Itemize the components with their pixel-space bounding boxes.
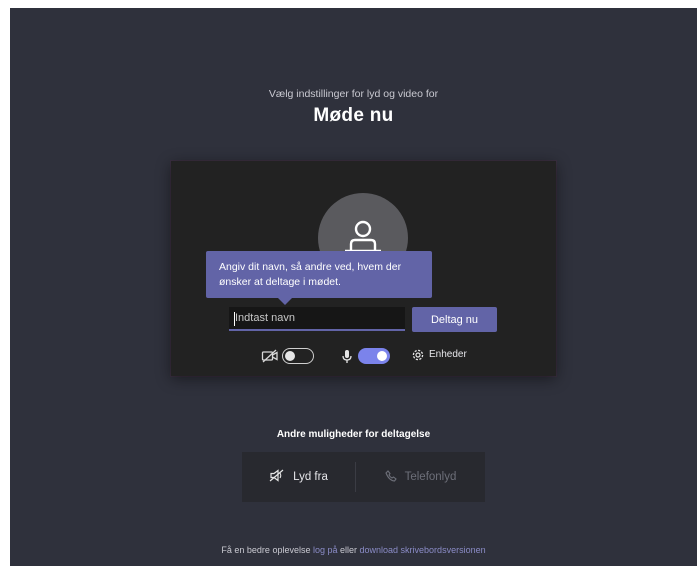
video-toggle-knob: [285, 350, 295, 361]
video-preview: Angiv dit navn, så andre ved, hvem der ø…: [171, 161, 556, 376]
microphone-toggle[interactable]: [358, 348, 390, 364]
footer-middle: eller: [337, 545, 360, 555]
video-toggle[interactable]: [282, 348, 314, 364]
phone-audio-label: Telefonlyd: [404, 471, 457, 483]
other-options-title: Andre muligheder for deltagelse: [276, 429, 431, 440]
join-now-button[interactable]: Deltag nu: [412, 307, 497, 332]
login-link[interactable]: log på: [313, 545, 338, 555]
phone-audio-option[interactable]: Telefonlyd: [356, 452, 485, 502]
device-controls: Enheder: [171, 345, 556, 369]
download-desktop-link[interactable]: download skrivebordsversionen: [360, 545, 486, 555]
audio-off-label: Lyd fra: [293, 471, 328, 483]
tooltip-arrow: [278, 298, 292, 305]
microphone-icon: [341, 349, 353, 369]
gear-icon[interactable]: [411, 348, 425, 367]
audio-off-option[interactable]: Lyd fra: [242, 452, 355, 502]
footer-note: Få en bedre oplevelse log på eller downl…: [10, 545, 697, 555]
name-input[interactable]: [229, 307, 405, 331]
join-screen: Vælg indstillinger for lyd og video for …: [10, 8, 697, 566]
camera-off-icon: [261, 349, 279, 368]
meeting-title: Møde nu: [313, 105, 394, 126]
speaker-off-icon: [269, 469, 285, 485]
footer-prefix: Få en bedre oplevelse: [221, 545, 313, 555]
text-caret: [234, 312, 235, 326]
microphone-toggle-knob: [377, 351, 387, 361]
devices-button[interactable]: Enheder: [429, 349, 467, 360]
other-options-panel: Lyd fra Telefonlyd: [242, 452, 485, 502]
name-tooltip: Angiv dit navn, så andre ved, hvem der ø…: [206, 251, 432, 298]
phone-icon: [384, 469, 397, 485]
join-subtitle: Vælg indstillinger for lyd og video for: [268, 88, 439, 100]
